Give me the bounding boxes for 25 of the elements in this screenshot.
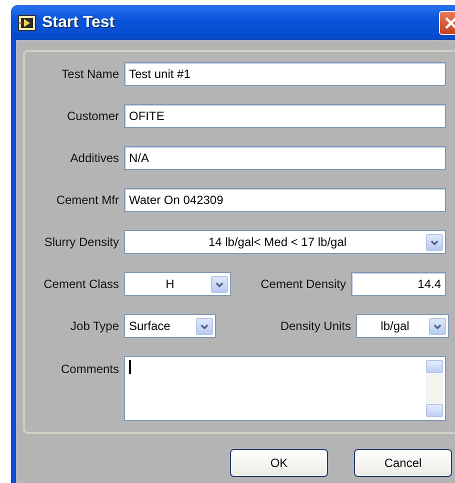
comments-field[interactable]	[124, 356, 446, 421]
dropdown[interactable]: Surface	[124, 314, 216, 338]
text-field[interactable]: N/A	[124, 146, 446, 170]
dropdown[interactable]: 14 lb/gal< Med < 17 lb/gal	[124, 230, 446, 254]
cancel-button[interactable]: Cancel	[354, 449, 452, 477]
dropdown[interactable]: lb/gal	[356, 314, 449, 338]
text-field[interactable]: OFITE	[124, 104, 446, 128]
window-title: Start Test	[42, 12, 115, 32]
dropdown[interactable]: H	[124, 272, 231, 296]
field-label: Additives	[69, 150, 119, 167]
field-label: Job Type	[70, 318, 119, 335]
field-label: Slurry Density	[43, 234, 119, 251]
field-label: Cement Density	[260, 276, 346, 293]
field-label: Cement Mfr	[55, 192, 119, 209]
text-field[interactable]: 14.4	[351, 272, 446, 296]
field-label: Comments	[60, 361, 119, 378]
text-field[interactable]: Water On 042309	[124, 188, 446, 212]
field-label: Test Name	[60, 66, 119, 83]
ok-button[interactable]: OK	[230, 449, 328, 477]
text-field[interactable]: Test unit #1	[124, 62, 446, 86]
field-label: Density Units	[279, 318, 351, 335]
close-icon	[445, 16, 455, 28]
field-label: Customer	[66, 108, 119, 125]
field-label: Cement Class	[42, 276, 119, 293]
app-icon	[18, 14, 36, 30]
